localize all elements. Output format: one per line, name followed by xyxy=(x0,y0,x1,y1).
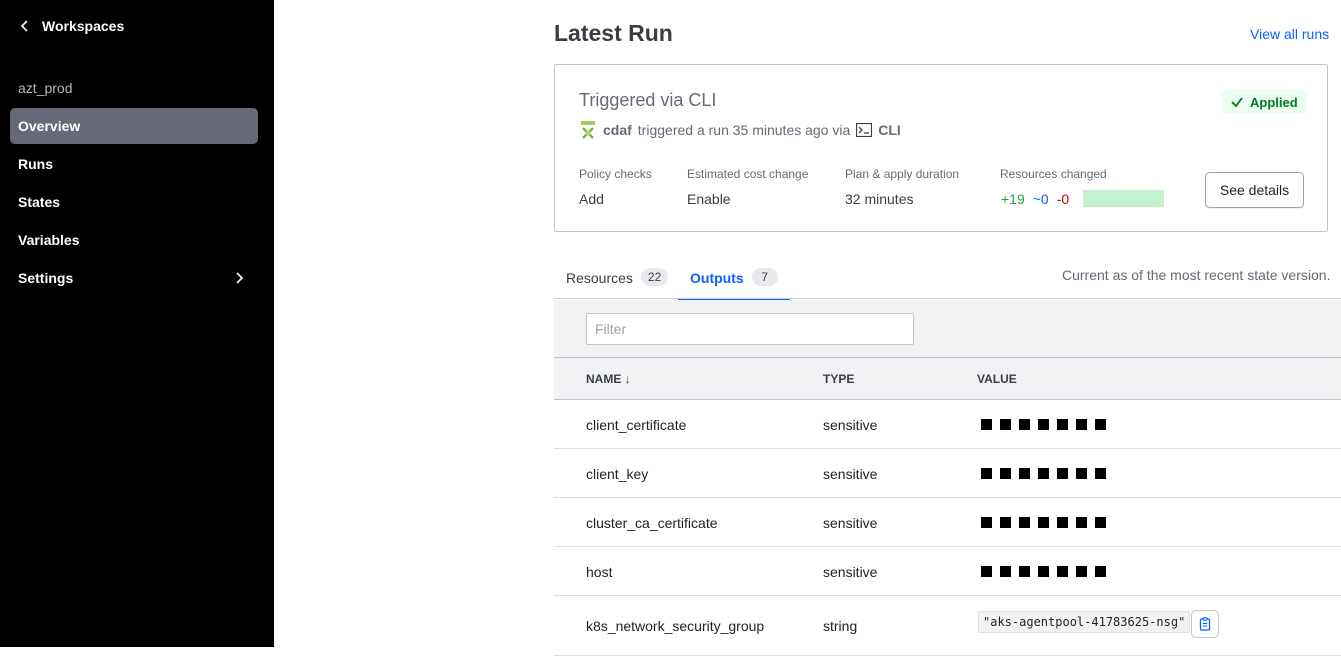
state-version-note: Current as of the most recent state vers… xyxy=(1062,267,1331,283)
trigger-text: triggered a run 35 minutes ago via xyxy=(637,122,851,138)
clipboard-icon xyxy=(1199,617,1211,631)
table-row: client_key sensitive xyxy=(554,449,1341,498)
resources-changed-label: Resources changed xyxy=(1000,167,1107,181)
output-name: client_key xyxy=(586,466,649,482)
sidebar: Workspaces azt_prod Overview Runs States… xyxy=(0,0,274,647)
trigger-via: CLI xyxy=(878,122,901,138)
sidebar-item-runs[interactable]: Runs xyxy=(10,146,258,182)
table-row: client_certificate sensitive xyxy=(554,400,1341,449)
resources-changed-counts: +19 ~0 -0 xyxy=(1001,191,1069,207)
status-label: Applied xyxy=(1250,94,1298,110)
filter-bar xyxy=(554,300,1341,358)
resources-destroyed: -0 xyxy=(1056,191,1070,207)
sidebar-item-label: Overview xyxy=(18,118,81,134)
outputs-table-header: NAME ↓ TYPE VALUE xyxy=(554,358,1341,400)
sensitive-value-mask xyxy=(981,517,1106,528)
resources-changed: ~0 xyxy=(1032,191,1049,207)
output-value: "aks-agentpool-41783625-nsg" xyxy=(978,611,1191,633)
terminal-icon xyxy=(856,123,873,137)
trigger-info: cdaf triggered a run 35 minutes ago via … xyxy=(579,120,901,140)
view-all-runs-link[interactable]: View all runs xyxy=(1250,26,1329,42)
tab-outputs[interactable]: Outputs 7 xyxy=(678,268,790,300)
sidebar-item-label: Variables xyxy=(18,232,80,248)
filter-input[interactable] xyxy=(586,313,914,345)
back-to-workspaces-link[interactable]: Workspaces xyxy=(18,18,124,34)
sidebar-item-label: States xyxy=(18,194,61,210)
resources-changed-bar xyxy=(1083,190,1164,207)
back-label: Workspaces xyxy=(42,18,125,34)
sidebar-item-label: Runs xyxy=(18,156,53,172)
check-icon xyxy=(1231,97,1243,108)
tabs-divider xyxy=(554,298,1341,299)
table-row: host sensitive xyxy=(554,547,1341,596)
tab-count-badge: 22 xyxy=(640,268,669,286)
column-header-value: VALUE xyxy=(977,372,1017,386)
output-type: string xyxy=(823,618,858,634)
chevron-left-icon xyxy=(20,20,28,32)
copy-button[interactable] xyxy=(1191,610,1219,638)
output-name: cluster_ca_certificate xyxy=(586,515,718,531)
cost-change-label: Estimated cost change xyxy=(687,167,809,181)
tab-label: Outputs xyxy=(690,270,744,286)
sidebar-item-variables[interactable]: Variables xyxy=(10,222,258,258)
sensitive-value-mask xyxy=(981,419,1106,430)
see-details-button[interactable]: See details xyxy=(1205,172,1304,208)
latest-run-card: Triggered via CLI Applied cdaf triggered… xyxy=(554,64,1328,232)
sensitive-value-mask xyxy=(981,566,1106,577)
sidebar-item-settings[interactable]: Settings xyxy=(10,260,258,296)
output-name: client_certificate xyxy=(586,417,687,433)
run-title: Triggered via CLI xyxy=(579,90,717,110)
table-row: cluster_ca_certificate sensitive xyxy=(554,498,1341,547)
sidebar-item-states[interactable]: States xyxy=(10,184,258,220)
sensitive-value-mask xyxy=(981,468,1106,479)
output-type: sensitive xyxy=(823,466,878,482)
policy-checks-label: Policy checks xyxy=(579,167,652,181)
column-header-name[interactable]: NAME ↓ xyxy=(586,372,631,386)
cost-change-value: Enable xyxy=(687,191,731,207)
resources-added: +19 xyxy=(1001,191,1025,207)
output-type: sensitive xyxy=(823,417,878,433)
duration-label: Plan & apply duration xyxy=(845,167,960,181)
output-name: k8s_network_security_group xyxy=(586,618,765,634)
chevron-right-icon xyxy=(236,272,244,284)
output-type: sensitive xyxy=(823,564,878,580)
workspace-name: azt_prod xyxy=(18,80,73,96)
page-title: Latest Run xyxy=(554,20,673,46)
column-header-type: TYPE xyxy=(823,372,855,386)
table-row: k8s_network_security_group string "aks-a… xyxy=(554,596,1341,656)
duration-value: 32 minutes xyxy=(845,191,914,207)
tab-resources[interactable]: Resources 22 xyxy=(554,268,680,298)
sidebar-item-overview[interactable]: Overview xyxy=(10,108,258,144)
tab-label: Resources xyxy=(566,270,633,286)
sidebar-item-label: Settings xyxy=(18,270,74,286)
avatar xyxy=(581,121,595,139)
output-type: sensitive xyxy=(823,515,878,531)
output-name: host xyxy=(586,564,613,580)
status-badge: Applied xyxy=(1222,90,1306,114)
policy-checks-value: Add xyxy=(579,191,604,207)
tab-count-badge: 7 xyxy=(751,268,778,286)
trigger-user: cdaf xyxy=(603,122,632,138)
